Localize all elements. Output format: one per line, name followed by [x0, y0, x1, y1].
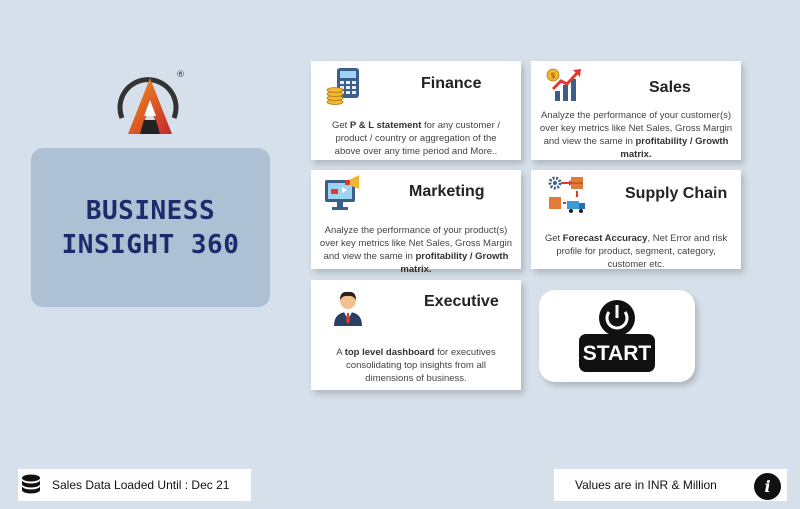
- supply-chain-card-description: Get Forecast Accuracy, Net Error and ris…: [543, 232, 729, 271]
- units-text: Values are in INR & Million: [575, 478, 717, 492]
- monitor-megaphone-icon: [323, 174, 363, 216]
- data-loaded-status: Sales Data Loaded Until : Dec 21: [18, 469, 251, 501]
- finance-card-title: Finance: [421, 75, 482, 92]
- svg-text:$: $: [550, 71, 555, 80]
- executive-card-title: Executive: [424, 293, 499, 310]
- sales-card-title: Sales: [649, 79, 691, 96]
- sales-card[interactable]: $ Sales Analyze the performance of your …: [531, 61, 741, 160]
- app-title-line-1: BUSINESS: [85, 195, 216, 226]
- start-button[interactable]: START: [539, 290, 695, 382]
- info-icon[interactable]: i: [754, 473, 781, 500]
- power-icon: [579, 300, 655, 372]
- units-note: Values are in INR & Million: [554, 469, 787, 501]
- start-label: START: [582, 342, 652, 365]
- finance-card-description: Get P & L statement for any customer / p…: [323, 119, 509, 158]
- app-title-panel: BUSINESS INSIGHT 360: [31, 148, 270, 307]
- info-glyph: i: [764, 477, 771, 496]
- supply-chain-desc-text: Get: [544, 233, 563, 244]
- app-title-line-2: INSIGHT 360: [61, 229, 240, 260]
- registered-mark: ®: [176, 70, 185, 80]
- marketing-desc-bold: profitability / Growth matrix.: [400, 251, 509, 275]
- executive-card-description: A top level dashboard for executives con…: [331, 346, 501, 385]
- finance-card[interactable]: Finance Get P & L statement for any cust…: [311, 61, 521, 160]
- supply-chain-card[interactable]: Supply Chain Get Forecast Accuracy, Net …: [531, 170, 741, 271]
- calculator-coins-icon: [325, 66, 363, 110]
- logistics-icon: [547, 175, 587, 219]
- data-loaded-text: Sales Data Loaded Until : Dec 21: [52, 478, 230, 492]
- marketing-card[interactable]: Marketing Analyze the performance of you…: [311, 170, 521, 275]
- executive-desc-text: A: [336, 347, 345, 358]
- marketing-card-description: Analyze the performance of your product(…: [315, 224, 517, 276]
- businessman-icon: [331, 288, 365, 330]
- brand-logo: ®: [116, 70, 185, 136]
- finance-desc-text: Get: [331, 120, 350, 131]
- growth-chart-icon: $: [545, 67, 585, 107]
- executive-desc-bold: top level dashboard: [344, 347, 435, 358]
- sales-desc-bold: profitability / Growth matrix.: [620, 136, 729, 160]
- supply-chain-card-title: Supply Chain: [625, 185, 728, 202]
- sales-card-description: Analyze the performance of your customer…: [537, 109, 735, 161]
- executive-card[interactable]: Executive A top level dashboard for exec…: [311, 280, 521, 390]
- database-icon: [22, 474, 40, 494]
- supply-chain-desc-bold: Forecast Accuracy: [562, 233, 648, 244]
- finance-desc-bold: P & L statement: [349, 120, 422, 131]
- marketing-card-title: Marketing: [409, 183, 485, 200]
